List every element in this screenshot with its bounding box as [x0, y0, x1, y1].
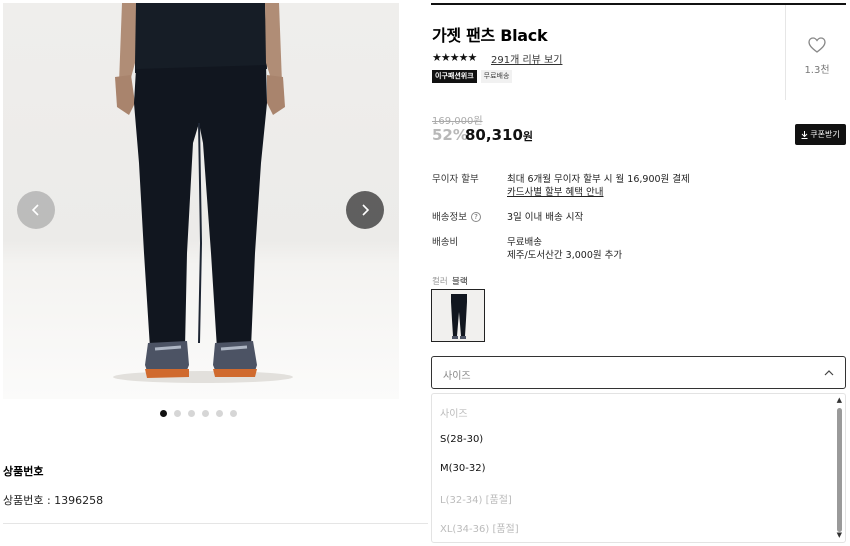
color-label: 컬러	[432, 277, 448, 287]
shipping-info-label: 배송정보?	[432, 209, 481, 223]
event-badge: 이구패션위크	[432, 70, 477, 83]
shipping-label-text: 배송정보	[432, 212, 467, 223]
gallery-dot[interactable]	[174, 410, 181, 417]
gallery-pagination	[160, 410, 237, 417]
divider	[431, 3, 846, 5]
gallery-prev-button[interactable]	[17, 191, 55, 229]
coupon-button[interactable]: 쿠폰받기	[795, 124, 846, 145]
help-icon[interactable]: ?	[470, 212, 481, 222]
chevron-right-icon	[362, 204, 370, 216]
free-shipping-badge: 무료배송	[480, 70, 513, 83]
size-option-m[interactable]: M(30-32)	[440, 463, 486, 474]
gallery-dot[interactable]	[216, 410, 223, 417]
chevron-left-icon	[31, 204, 39, 216]
heart-icon	[808, 37, 826, 53]
badge-group: 이구패션위크 무료배송	[432, 70, 513, 83]
installment-value: 최대 6개월 무이자 할부 시 월 16,900원 결제	[507, 174, 690, 185]
size-select[interactable]: 사이즈	[431, 356, 846, 389]
gallery-next-button[interactable]	[346, 191, 384, 229]
shipping-fee-extra: 제주/도서산간 3,000원 추가	[507, 250, 623, 261]
size-option-placeholder: 사이즈	[440, 409, 468, 420]
gallery-dot[interactable]	[188, 410, 195, 417]
product-image-gallery[interactable]	[3, 3, 399, 399]
discount-rate: 52%	[432, 126, 468, 144]
shipping-value: 3일 이내 배송 시작	[507, 212, 584, 223]
price-unit: 원	[522, 130, 534, 143]
size-select-label: 사이즈	[443, 371, 471, 382]
shipping-fee-label: 배송비	[432, 237, 459, 248]
size-option-s[interactable]: S(28-30)	[440, 434, 483, 445]
sale-price: 80,310원	[465, 126, 533, 144]
product-number-heading: 상품번호	[3, 465, 44, 478]
scroll-down-arrow-icon[interactable]: ▼	[837, 532, 842, 539]
scrollbar-thumb[interactable]	[837, 408, 842, 532]
installment-link[interactable]: 카드사별 할부 혜택 안내	[507, 184, 603, 198]
chevron-up-icon	[824, 370, 834, 376]
gallery-dot[interactable]	[160, 410, 167, 417]
color-value: 블랙	[452, 277, 468, 287]
size-dropdown: 사이즈 S(28-30) M(30-32) L(32-34) [품절] XL(3…	[431, 393, 846, 543]
like-count: 1.3천	[804, 65, 830, 76]
review-link[interactable]: 291개 리뷰 보기	[491, 51, 562, 66]
gallery-dot[interactable]	[230, 410, 237, 417]
shipping-fee-value: 무료배송	[507, 237, 542, 248]
divider	[3, 523, 428, 524]
installment-label: 무이자 할부	[432, 174, 479, 185]
size-option-xl-soldout: XL(34-36) [품절]	[440, 524, 519, 535]
size-option-l-soldout: L(32-34) [품절]	[440, 495, 512, 506]
gallery-dot[interactable]	[202, 410, 209, 417]
scroll-up-arrow-icon[interactable]: ▲	[837, 397, 842, 404]
original-price: 169,000원	[432, 116, 483, 127]
product-number-text: 상품번호 : 1396258	[3, 494, 104, 507]
like-button[interactable]: 1.3천	[785, 5, 847, 100]
color-swatch-black[interactable]	[431, 289, 485, 342]
sale-price-value: 80,310	[465, 126, 523, 144]
product-photo	[113, 3, 293, 383]
product-title: 가젯 팬츠 Black	[432, 26, 548, 45]
download-icon	[801, 130, 808, 139]
coupon-label: 쿠폰받기	[810, 130, 840, 139]
scrollbar[interactable]: ▲ ▼	[834, 395, 844, 541]
star-rating: ★★★★★	[432, 51, 477, 64]
swatch-thumbnail	[451, 294, 467, 339]
